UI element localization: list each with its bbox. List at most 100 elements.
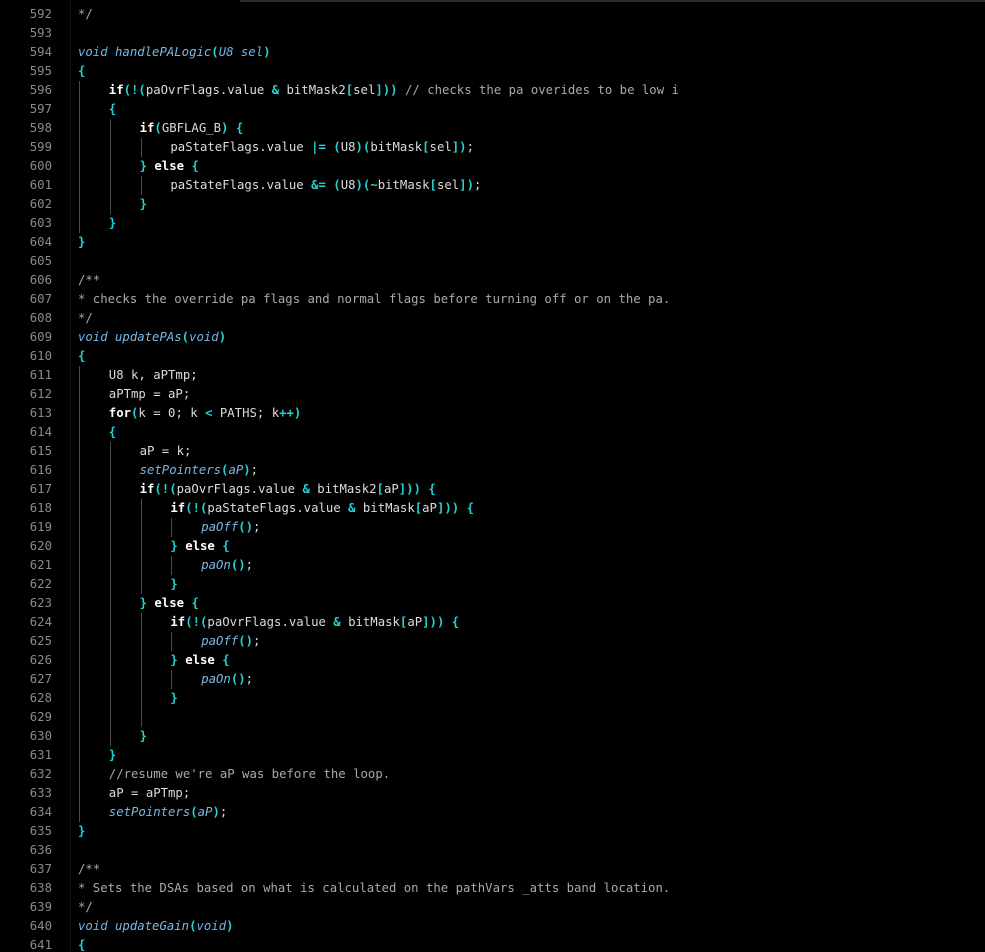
code-line[interactable]: 607 * checks the override pa flags and no…	[0, 290, 985, 309]
code-line[interactable]: 621 paOn();	[0, 556, 985, 575]
line-code: if(GBFLAG_B) {	[140, 119, 244, 138]
code-line[interactable]: 593	[0, 24, 985, 43]
code-line[interactable]: 632 //resume we're aP was before the loop…	[0, 765, 985, 784]
code-lines[interactable]: 592 */593 594 void handlePALogic(U8 sel) 595…	[0, 5, 985, 952]
code-line[interactable]: 598 if(GBFLAG_B) {	[0, 119, 985, 138]
code-line[interactable]: 637 /**	[0, 860, 985, 879]
code-line[interactable]: 594 void handlePALogic(U8 sel)	[0, 43, 985, 62]
line-number: 612	[29, 387, 52, 401]
indent-guide	[140, 556, 142, 575]
line-number: 614	[29, 425, 52, 439]
line-number: 608	[29, 311, 52, 325]
code-line[interactable]: 597 {	[0, 100, 985, 119]
code-line[interactable]: 617 if(!(paOvrFlags.value & bitMask2[aP])…	[0, 480, 985, 499]
code-line[interactable]: 616 setPointers(aP);	[0, 461, 985, 480]
code-token: {	[78, 64, 86, 78]
line-number: 610	[29, 349, 52, 363]
code-line[interactable]: 622}	[0, 575, 985, 594]
line-number: 597	[29, 102, 52, 116]
code-token: k = 0; k	[138, 406, 206, 420]
line-code: aPTmp = aP;	[109, 385, 190, 404]
code-line[interactable]: 631}	[0, 746, 985, 765]
code-line[interactable]: 595 {	[0, 62, 985, 81]
line-number: 629	[29, 710, 52, 724]
code-line[interactable]: 638 * Sets the DSAs based on what is calc…	[0, 879, 985, 898]
code-line[interactable]: 601 paStateFlags.value &= (U8)(~bitMask[s…	[0, 176, 985, 195]
code-line[interactable]: 620} else {	[0, 537, 985, 556]
indent-guide	[79, 537, 80, 556]
code-token: }	[78, 235, 86, 249]
indent-guide	[109, 442, 111, 461]
code-token: aPTmp = aP;	[108, 387, 191, 401]
code-line[interactable]: 626} else {	[0, 651, 985, 670]
indent-guide	[109, 138, 111, 157]
code-line[interactable]: 628}	[0, 689, 985, 708]
code-line[interactable]: 592 */	[0, 5, 985, 24]
line-code: U8 k, aPTmp;	[109, 366, 198, 385]
code-line[interactable]: 641 {	[0, 936, 985, 952]
code-line[interactable]: 609 void updatePAs(void)	[0, 328, 985, 347]
indent-guide	[171, 518, 173, 537]
indent-guide	[79, 499, 80, 518]
code-line[interactable]: 610 {	[0, 347, 985, 366]
code-token: {	[191, 159, 199, 173]
indent-guide	[79, 385, 80, 404]
code-line[interactable]: 613 for(k = 0; k < PATHS; k++)	[0, 404, 985, 423]
code-line[interactable]: 615 aP = k;	[0, 442, 985, 461]
indent-guide	[109, 195, 111, 214]
code-line[interactable]: 606 /**	[0, 271, 985, 290]
code-line[interactable]: 623} else {	[0, 594, 985, 613]
code-token: setPointers	[139, 463, 222, 477]
line-number: 623	[29, 596, 52, 610]
code-token: (	[211, 45, 219, 59]
indent-guide	[79, 404, 80, 423]
code-line[interactable]: 640 void updateGain(void)	[0, 917, 985, 936]
code-line[interactable]: 629	[0, 708, 985, 727]
code-token: (!(	[185, 615, 208, 629]
code-line[interactable]: 614 {	[0, 423, 985, 442]
code-line[interactable]: 599 paStateFlags.value |= (U8)(bitMask[se…	[0, 138, 985, 157]
line-code: {	[78, 347, 85, 366]
code-line[interactable]: 611 U8 k, aPTmp;	[0, 366, 985, 385]
code-line[interactable]: 639 */	[0, 898, 985, 917]
code-line[interactable]: 603}	[0, 214, 985, 233]
code-token: aP = k;	[139, 444, 192, 458]
code-line[interactable]: 600} else {	[0, 157, 985, 176]
code-line[interactable]: 618 if(!(paStateFlags.value & bitMask[aP]…	[0, 499, 985, 518]
code-token: &	[271, 83, 280, 97]
code-token: [	[429, 178, 437, 192]
code-token: (	[190, 805, 198, 819]
code-line[interactable]: 602}	[0, 195, 985, 214]
code-editor[interactable]: 592 */593 594 void handlePALogic(U8 sel) 595…	[0, 0, 985, 952]
code-line[interactable]: 630}	[0, 727, 985, 746]
code-line[interactable]: 619 paOff();	[0, 518, 985, 537]
indent-guide	[79, 100, 80, 119]
code-token: {	[108, 425, 117, 439]
code-token: void	[78, 330, 108, 344]
indent-guide	[171, 632, 173, 651]
code-line[interactable]: 608 */	[0, 309, 985, 328]
line-number: 619	[29, 520, 52, 534]
code-token: paStateFlags.value	[207, 501, 349, 515]
code-line[interactable]: 635}	[0, 822, 985, 841]
code-token: }	[108, 748, 117, 762]
code-line[interactable]: 633 aP = aPTmp;	[0, 784, 985, 803]
code-token: U8	[340, 178, 356, 192]
code-line[interactable]: 627 paOn();	[0, 670, 985, 689]
code-line[interactable]: 612 aPTmp = aP;	[0, 385, 985, 404]
code-line[interactable]: 634 setPointers(aP);	[0, 803, 985, 822]
code-token: bitMask	[370, 140, 423, 154]
code-line[interactable]: 624 if(!(paOvrFlags.value & bitMask[aP]))…	[0, 613, 985, 632]
code-line[interactable]: 596 if(!(paOvrFlags.value & bitMask2[sel]…	[0, 81, 985, 100]
code-token: paOff	[201, 634, 239, 648]
indent-guide	[79, 176, 80, 195]
code-line[interactable]: 636	[0, 841, 985, 860]
code-line[interactable]: 605	[0, 252, 985, 271]
code-line[interactable]: 604}	[0, 233, 985, 252]
line-number: 630	[29, 729, 52, 743]
code-token: bitMask	[340, 615, 400, 629]
code-token: paOn	[201, 558, 231, 572]
code-line[interactable]: 625 paOff();	[0, 632, 985, 651]
code-token: {	[108, 102, 117, 116]
